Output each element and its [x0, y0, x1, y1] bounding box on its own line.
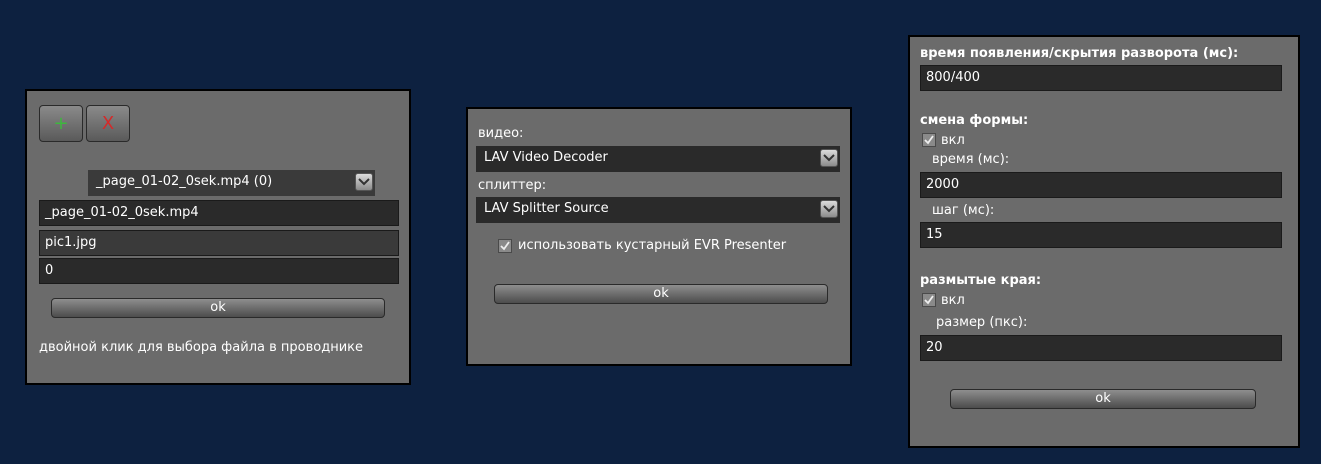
transition-settings-panel: время появления/скрытия разворота (мс): …: [908, 35, 1300, 448]
image-file-field[interactable]: pic1.jpg: [39, 230, 399, 256]
file-panel: + X _page_01-02_0sek.mp4 (0) _page_01-02…: [25, 89, 411, 385]
blur-size-field[interactable]: 20: [920, 335, 1282, 361]
ok-button[interactable]: ok: [51, 298, 385, 318]
splitter-label: сплиттер:: [478, 178, 547, 193]
show-hide-label: время появления/скрытия разворота (мс):: [920, 46, 1239, 61]
chevron-down-icon[interactable]: [820, 200, 838, 218]
shape-time-label: время (мс):: [932, 152, 1010, 167]
blur-label: размытые края:: [920, 273, 1042, 288]
blur-size-label: размер (пкс):: [936, 315, 1028, 330]
shape-time-field[interactable]: 2000: [920, 172, 1282, 198]
plus-icon: +: [53, 113, 69, 134]
blur-checkbox[interactable]: [922, 293, 936, 307]
splitter-select[interactable]: LAV Splitter Source: [476, 197, 840, 223]
video-decoder-select[interactable]: LAV Video Decoder: [476, 146, 840, 172]
close-icon: X: [101, 113, 115, 134]
video-settings-panel: видео: LAV Video Decoder сплиттер: LAV S…: [466, 107, 852, 366]
checkmark-icon: [924, 135, 934, 145]
evr-label: использовать кустарный EVR Presenter: [518, 238, 787, 253]
video-file-field[interactable]: _page_01-02_0sek.mp4: [39, 200, 399, 226]
hint-text: двойной клик для выбора файла в проводни…: [39, 340, 364, 355]
checkmark-icon: [500, 241, 510, 251]
splitter-value: LAV Splitter Source: [484, 201, 609, 216]
chevron-down-icon[interactable]: [355, 173, 373, 191]
shape-on-label: вкл: [941, 133, 965, 148]
ok-button[interactable]: ok: [494, 284, 828, 304]
checkmark-icon: [924, 295, 934, 305]
add-button[interactable]: +: [39, 105, 83, 142]
evr-checkbox[interactable]: [498, 239, 512, 253]
shape-label: смена формы:: [920, 113, 1029, 128]
shape-step-field[interactable]: 15: [920, 222, 1282, 248]
shape-step-label: шаг (мс):: [932, 203, 995, 218]
ok-button[interactable]: ok: [950, 389, 1256, 409]
number-field[interactable]: 0: [39, 258, 399, 284]
file-select-value: _page_01-02_0sek.mp4 (0): [96, 174, 273, 189]
file-select[interactable]: _page_01-02_0sek.mp4 (0): [88, 170, 375, 196]
blur-on-label: вкл: [941, 293, 965, 308]
remove-button[interactable]: X: [86, 105, 130, 142]
video-decoder-value: LAV Video Decoder: [484, 150, 608, 165]
shape-checkbox[interactable]: [922, 133, 936, 147]
video-label: видео:: [478, 126, 524, 141]
chevron-down-icon[interactable]: [820, 149, 838, 167]
show-hide-field[interactable]: 800/400: [920, 65, 1282, 91]
